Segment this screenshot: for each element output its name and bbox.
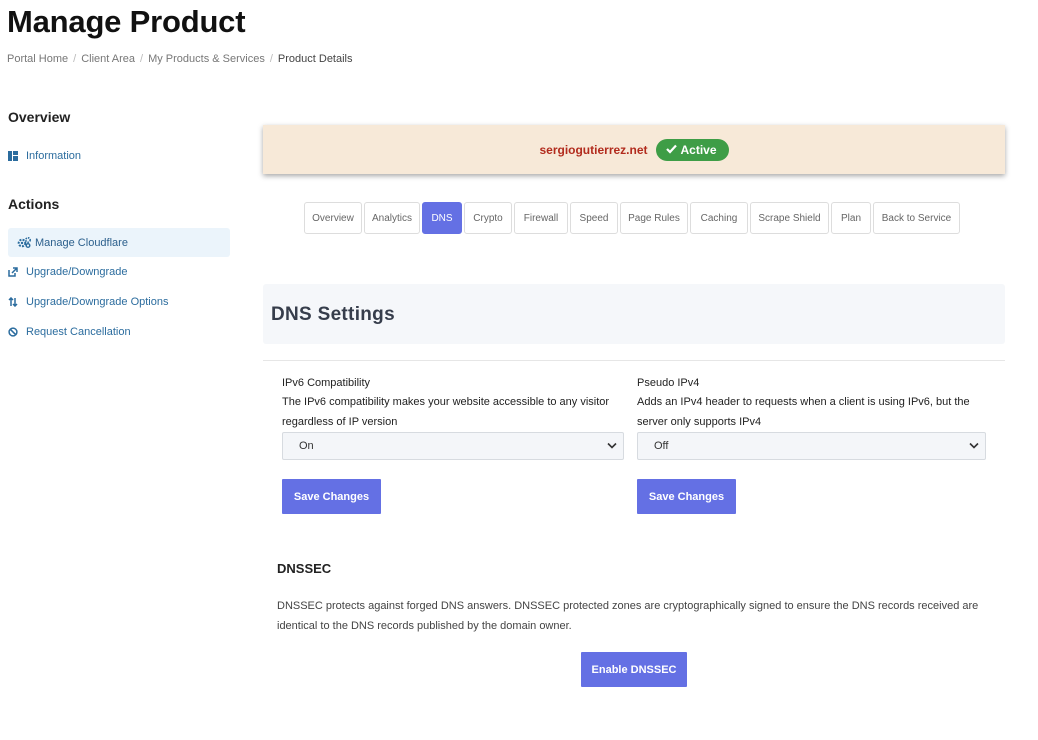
ipv6-description: The IPv6 compatibility makes your websit…: [282, 392, 627, 432]
dnssec-description-line: identical to the DNS records published b…: [277, 620, 572, 632]
cloudflare-tabs: Overview Analytics DNS Crypto Firewall S…: [304, 202, 960, 234]
breadcrumb-separator: /: [73, 53, 77, 65]
tab-firewall[interactable]: Firewall: [514, 202, 568, 234]
sidebar-item-label: Information: [26, 149, 82, 162]
pseudo-ipv4-description: Adds an IPv4 header to requests when a c…: [637, 392, 992, 432]
domain-status-panel: sergiogutierrez.net Active: [263, 125, 1005, 174]
sidebar-item-manage-cloudflare[interactable]: Manage Cloudflare: [8, 228, 230, 257]
pseudo-ipv4-select[interactable]: Off: [637, 432, 986, 460]
divider: [263, 360, 1005, 361]
status-badge-label: Active: [680, 142, 717, 157]
tab-dns[interactable]: DNS: [422, 202, 462, 234]
tab-back-to-service[interactable]: Back to Service: [873, 202, 960, 234]
breadcrumb-client-area[interactable]: Client Area: [81, 53, 135, 65]
tab-speed[interactable]: Speed: [570, 202, 618, 234]
dnssec-description: DNSSEC protects against forged DNS answe…: [277, 596, 997, 636]
sidebar-item-upgrade-downgrade-options[interactable]: Upgrade/Downgrade Options: [8, 287, 230, 316]
ipv6-select-value: On: [299, 440, 314, 452]
ipv6-select[interactable]: On: [282, 432, 624, 460]
sidebar-item-label: Upgrade/Downgrade Options: [26, 295, 169, 308]
breadcrumb-separator: /: [140, 53, 144, 65]
ipv6-label: IPv6 Compatibility: [282, 377, 371, 389]
dnssec-title: DNSSEC: [277, 561, 332, 576]
tab-plan[interactable]: Plan: [831, 202, 871, 234]
chevron-down-icon: [607, 440, 617, 452]
sidebar-item-label: Upgrade/Downgrade: [26, 265, 128, 278]
ipv6-description-line: regardless of IP version: [282, 416, 398, 428]
sidebar-item-request-cancellation[interactable]: Request Cancellation: [8, 317, 230, 346]
chevron-down-icon: [969, 440, 979, 452]
ban-icon: [8, 326, 26, 337]
breadcrumb-separator: /: [269, 53, 273, 65]
tab-page-rules[interactable]: Page Rules: [620, 202, 688, 234]
sidebar-item-label: Manage Cloudflare: [35, 236, 128, 249]
pseudo-ipv4-label: Pseudo IPv4: [637, 377, 700, 389]
ipv6-save-button[interactable]: Save Changes: [282, 479, 381, 514]
breadcrumb: Portal Home / Client Area / My Products & Se…: [7, 53, 353, 65]
tab-analytics[interactable]: Analytics: [364, 202, 420, 234]
sidebar-item-information[interactable]: Information: [8, 141, 230, 170]
dns-settings-header: DNS Settings: [263, 284, 1005, 344]
breadcrumb-portal-home[interactable]: Portal Home: [7, 53, 68, 65]
breadcrumb-product-details: Product Details: [277, 53, 353, 65]
pseudo-ipv4-description-line: server only supports IPv4: [637, 416, 762, 428]
page-title: Manage Product: [7, 4, 246, 39]
pseudo-ipv4-save-button[interactable]: Save Changes: [637, 479, 736, 514]
sidebar-item-upgrade-downgrade[interactable]: Upgrade/Downgrade: [8, 257, 230, 286]
tab-crypto[interactable]: Crypto: [464, 202, 512, 234]
pseudo-ipv4-description-line: Adds an IPv4 header to requests when a c…: [637, 396, 970, 408]
external-link-icon: [8, 266, 26, 277]
dns-settings-title: DNS Settings: [271, 304, 395, 325]
sidebar-overview-heading: Overview: [8, 109, 71, 125]
ipv6-description-line: The IPv6 compatibility makes your websit…: [282, 396, 610, 408]
dnssec-description-line: DNSSEC protects against forged DNS answe…: [277, 600, 979, 612]
enable-dnssec-button[interactable]: Enable DNSSEC: [581, 652, 687, 687]
breadcrumb-my-products[interactable]: My Products & Services: [148, 53, 265, 65]
tab-overview[interactable]: Overview: [304, 202, 362, 234]
sidebar-actions-heading: Actions: [8, 196, 60, 212]
pseudo-ipv4-select-value: Off: [654, 440, 669, 452]
sidebar-item-label: Request Cancellation: [26, 325, 131, 338]
sort-arrows-icon: [8, 296, 26, 307]
status-badge: Active: [655, 138, 729, 161]
check-icon: [665, 143, 677, 157]
gears-icon: [17, 237, 35, 248]
info-grid-icon: [8, 150, 26, 161]
domain-name: sergiogutierrez.net: [539, 142, 648, 157]
tab-scrape-shield[interactable]: Scrape Shield: [750, 202, 829, 234]
tab-caching[interactable]: Caching: [690, 202, 748, 234]
